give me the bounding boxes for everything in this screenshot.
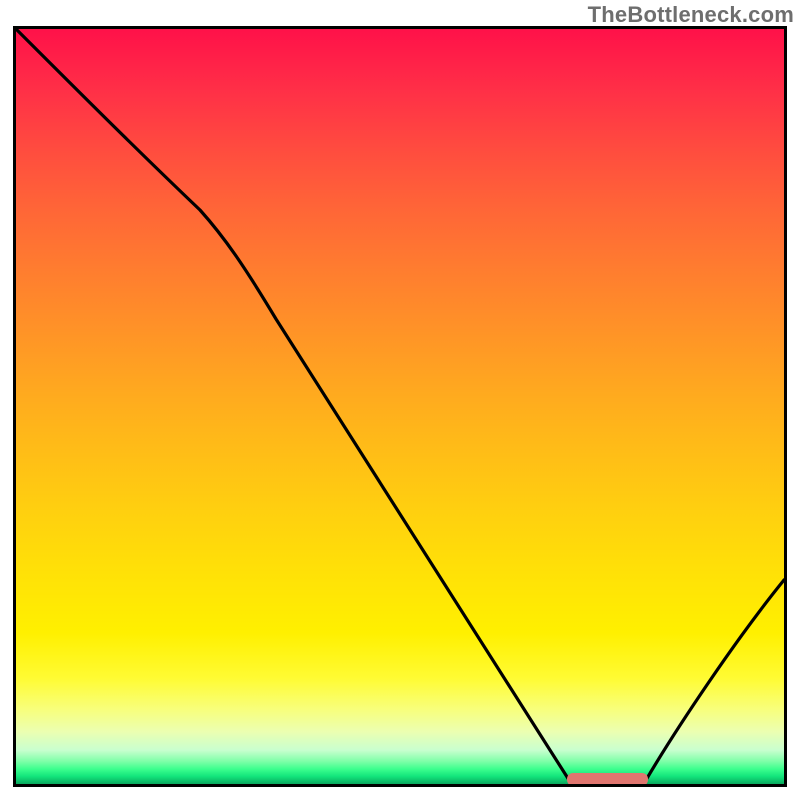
optimal-range-marker (567, 773, 648, 784)
chart-container: TheBottleneck.com (0, 0, 800, 800)
bottleneck-curve-svg (16, 29, 784, 784)
bottleneck-curve-path (16, 29, 784, 780)
watermark-text: TheBottleneck.com (588, 2, 794, 28)
plot-area (13, 26, 787, 787)
